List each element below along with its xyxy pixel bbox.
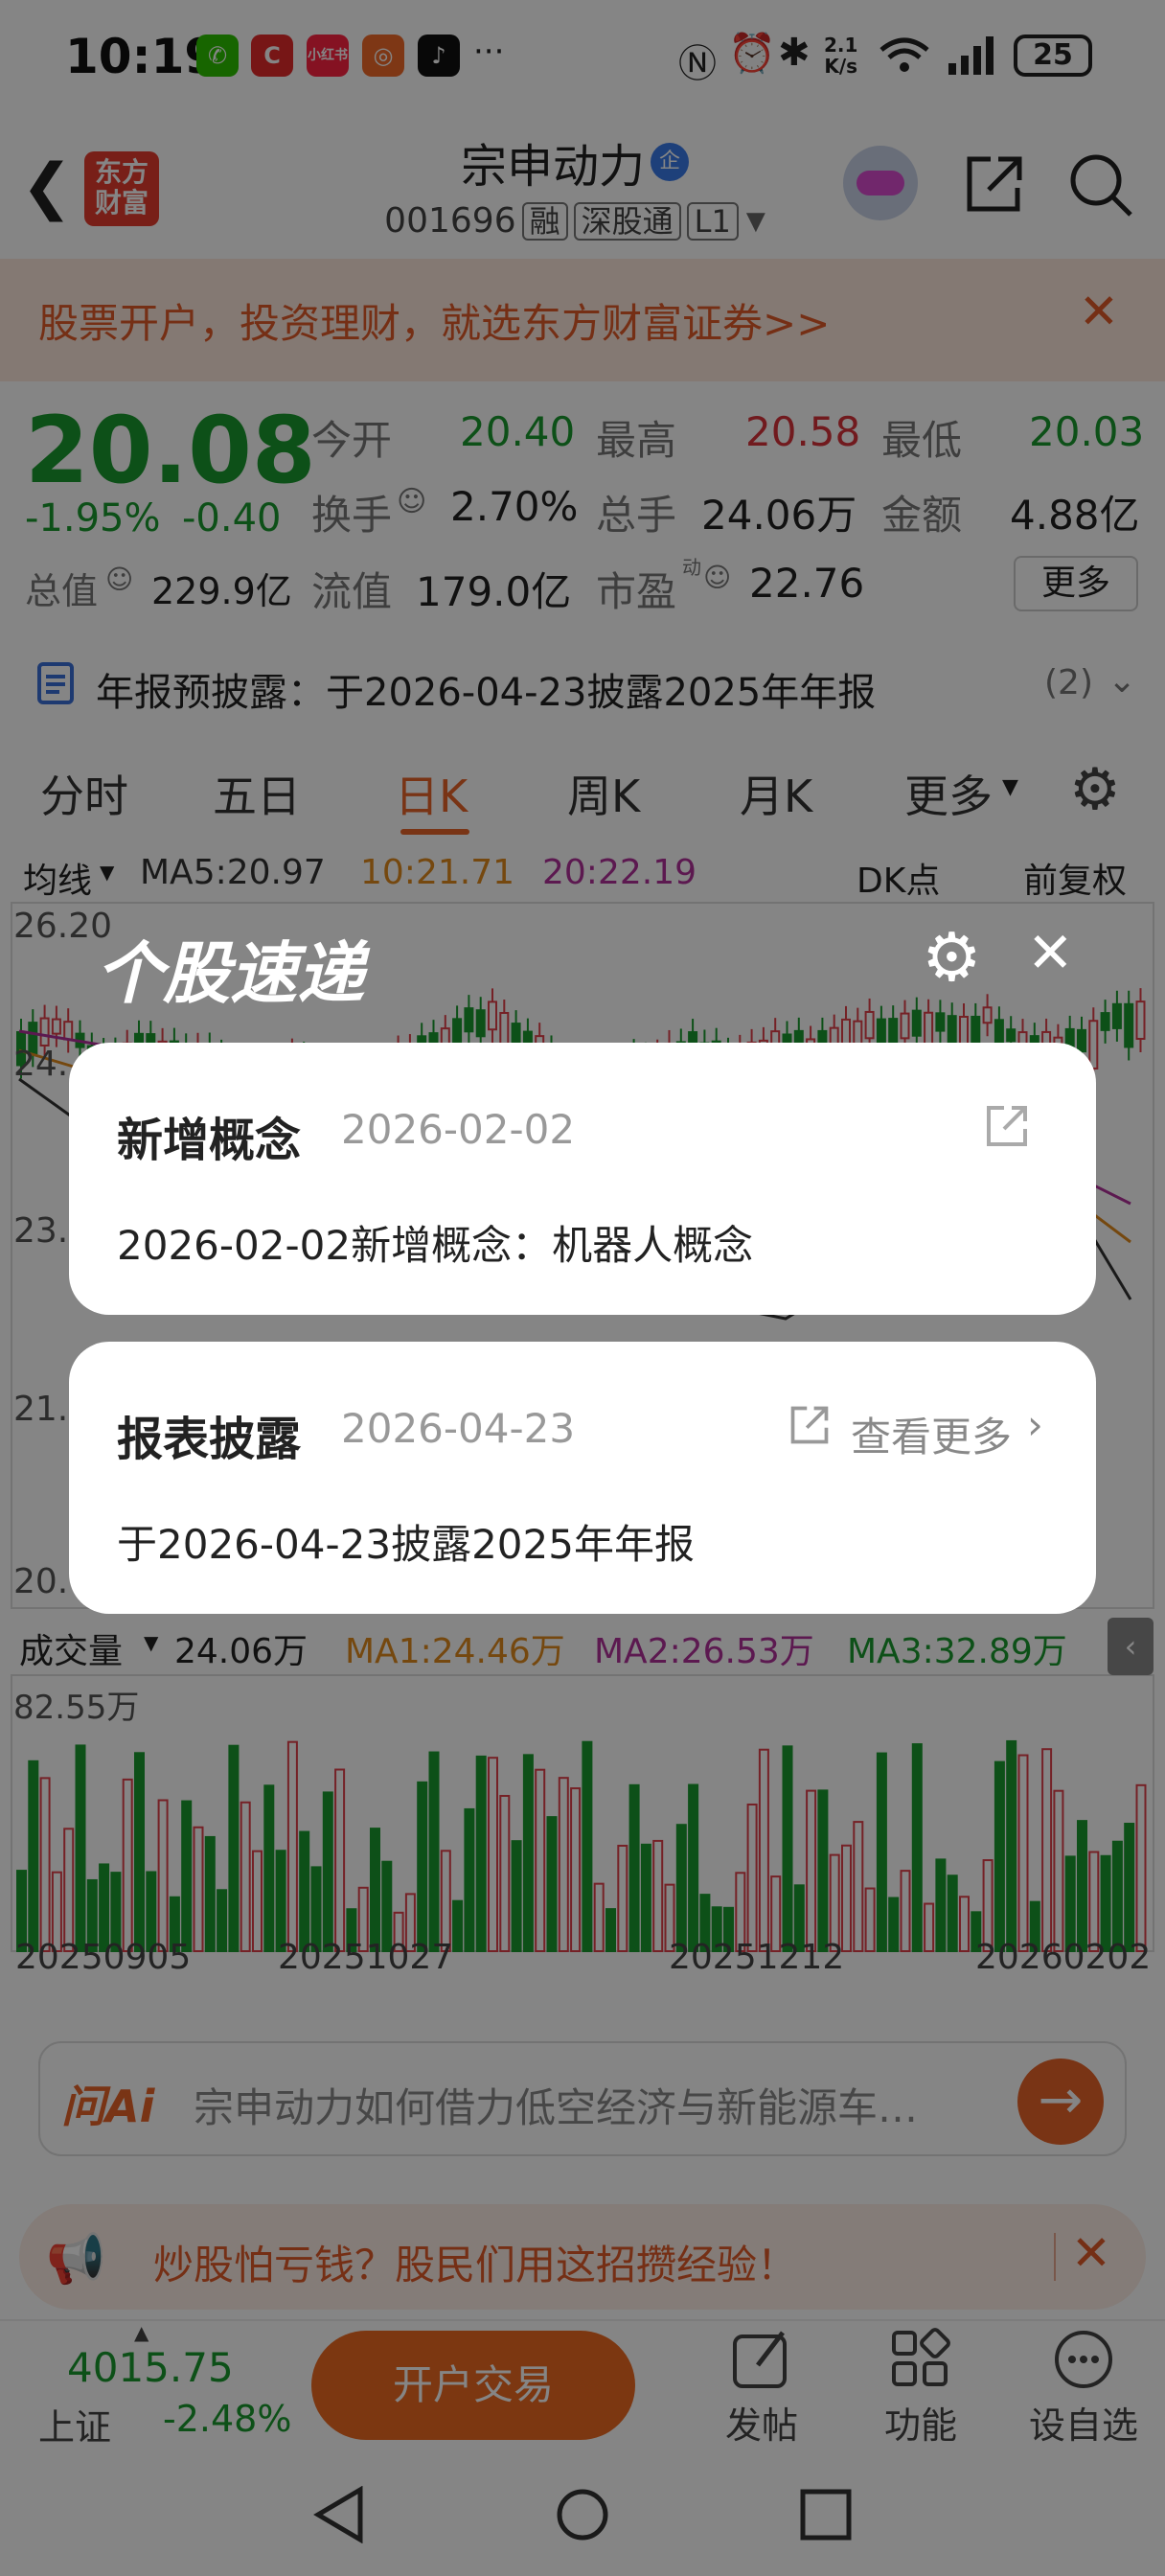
card2-title: 报表披露 xyxy=(117,1413,302,1466)
chevron-right-icon[interactable]: › xyxy=(1027,1401,1043,1448)
card1-external-link-icon[interactable] xyxy=(983,1102,1031,1154)
card2-body: 于2026-04-23披露2025年年报 xyxy=(117,1521,695,1568)
popup-title: 个股速递 xyxy=(96,934,364,1013)
card2-date: 2026-04-23 xyxy=(341,1405,576,1452)
card1-body: 2026-02-02新增概念：机器人概念 xyxy=(117,1222,754,1269)
new-concept-card[interactable]: 新增概念 2026-02-02 2026-02-02新增概念：机器人概念 xyxy=(69,1043,1096,1315)
popup-settings-gear-icon[interactable]: ⚙ xyxy=(922,918,982,997)
card2-external-link-icon[interactable] xyxy=(788,1403,832,1451)
card1-title: 新增概念 xyxy=(117,1114,302,1167)
stock-news-popup: 个股速递 ⚙ ✕ 新增概念 2026-02-02 2026-02-02新增概念：… xyxy=(0,901,1165,1629)
popup-close-icon[interactable]: ✕ xyxy=(1027,920,1074,985)
card1-date: 2026-02-02 xyxy=(341,1106,576,1153)
card2-view-more[interactable]: 查看更多 xyxy=(851,1405,1012,1463)
stock-detail-screen: 10:19 ✆ C 小红书 ◎ ♪ ··· Ⓝ ⏰ ✱ 2.1 K/s 25 ❮ … xyxy=(0,0,1165,2576)
report-disclosure-card[interactable]: 报表披露 2026-04-23 查看更多 › 于2026-04-23披露2025… xyxy=(69,1342,1096,1614)
